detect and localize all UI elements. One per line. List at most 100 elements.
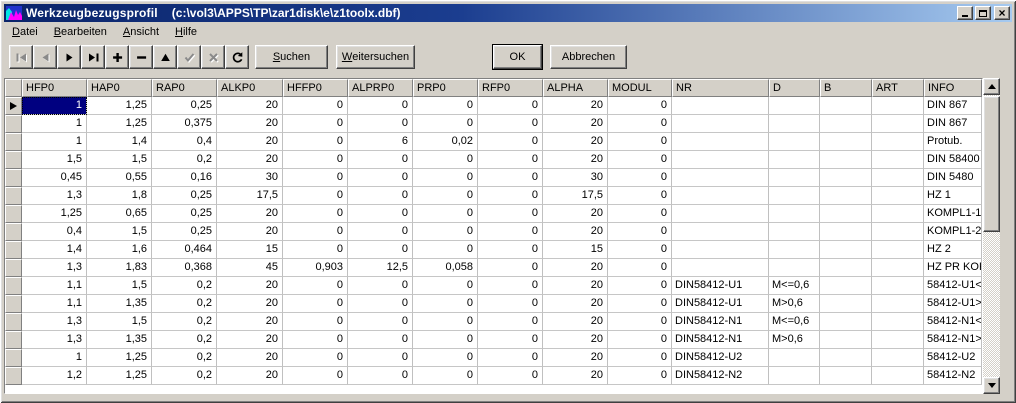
column-header-HFP0[interactable]: HFP0 (22, 79, 87, 97)
cell-HAP0[interactable]: 1,35 (87, 295, 152, 313)
scroll-up-button[interactable] (983, 78, 1000, 95)
cell-RFP0[interactable]: 0 (478, 205, 543, 223)
cell-HAP0[interactable]: 1,5 (87, 223, 152, 241)
cell-PRP0[interactable]: 0,02 (413, 133, 478, 151)
cell-MODUL[interactable]: 0 (608, 115, 672, 133)
cell-D[interactable]: M<=0,6 (769, 277, 820, 295)
cell-ART[interactable] (872, 331, 924, 349)
cell-RFP0[interactable]: 0 (478, 313, 543, 331)
cell-ALPHA[interactable]: 20 (543, 115, 608, 133)
cell-HAP0[interactable]: 1,25 (87, 367, 152, 385)
cell-RFP0[interactable]: 0 (478, 259, 543, 277)
cell-PRP0[interactable]: 0 (413, 241, 478, 259)
cell-RAP0[interactable]: 0,375 (152, 115, 217, 133)
cell-RFP0[interactable]: 0 (478, 367, 543, 385)
cell-NR[interactable] (672, 151, 769, 169)
cell-B[interactable] (820, 97, 872, 115)
cell-NR[interactable]: DIN58412-U1 (672, 277, 769, 295)
cell-ALPHA[interactable]: 20 (543, 349, 608, 367)
cell-ART[interactable] (872, 133, 924, 151)
cell-ALPRP0[interactable]: 0 (348, 169, 413, 187)
cell-NR[interactable] (672, 97, 769, 115)
cell-HFFP0[interactable]: 0 (283, 349, 348, 367)
cell-ALPRP0[interactable]: 0 (348, 223, 413, 241)
edit-record-button[interactable] (153, 45, 177, 69)
cell-ALKP0[interactable]: 20 (217, 151, 283, 169)
row-indicator[interactable] (5, 313, 22, 331)
cell-MODUL[interactable]: 0 (608, 259, 672, 277)
cell-RAP0[interactable]: 0,2 (152, 313, 217, 331)
cell-ALPRP0[interactable]: 0 (348, 367, 413, 385)
cell-B[interactable] (820, 133, 872, 151)
row-indicator[interactable] (5, 223, 22, 241)
maximize-button[interactable] (975, 6, 991, 20)
column-header-ART[interactable]: ART (872, 79, 924, 97)
cell-ART[interactable] (872, 97, 924, 115)
cell-B[interactable] (820, 295, 872, 313)
ok-button[interactable]: OK (493, 45, 542, 69)
cell-PRP0[interactable]: 0,058 (413, 259, 478, 277)
cell-PRP0[interactable]: 0 (413, 223, 478, 241)
cell-B[interactable] (820, 151, 872, 169)
cell-NR[interactable] (672, 187, 769, 205)
cell-INFO[interactable]: KOMPL1-2 (924, 223, 982, 241)
cell-B[interactable] (820, 169, 872, 187)
cell-INFO[interactable]: HZ 1 (924, 187, 982, 205)
cell-PRP0[interactable]: 0 (413, 151, 478, 169)
cell-HAP0[interactable]: 1,35 (87, 331, 152, 349)
cell-RAP0[interactable]: 0,464 (152, 241, 217, 259)
cell-MODUL[interactable]: 0 (608, 295, 672, 313)
close-button[interactable]: × (994, 6, 1010, 20)
cell-NR[interactable]: DIN58412-N2 (672, 367, 769, 385)
cell-INFO[interactable]: DIN 5480 (924, 169, 982, 187)
cell-NR[interactable] (672, 241, 769, 259)
search-next-button[interactable]: Weitersuchen (336, 45, 415, 69)
cell-HFFP0[interactable]: 0 (283, 331, 348, 349)
cell-ALPRP0[interactable]: 0 (348, 151, 413, 169)
cell-D[interactable] (769, 205, 820, 223)
cell-HFP0[interactable]: 1,4 (22, 241, 87, 259)
cell-RAP0[interactable]: 0,16 (152, 169, 217, 187)
cell-INFO[interactable]: HZ 2 (924, 241, 982, 259)
cell-RFP0[interactable]: 0 (478, 223, 543, 241)
cell-RFP0[interactable]: 0 (478, 151, 543, 169)
row-indicator[interactable] (5, 277, 22, 295)
cell-ART[interactable] (872, 151, 924, 169)
cell-MODUL[interactable]: 0 (608, 151, 672, 169)
cell-RFP0[interactable]: 0 (478, 277, 543, 295)
cell-D[interactable] (769, 223, 820, 241)
cell-ALKP0[interactable]: 30 (217, 169, 283, 187)
cell-RFP0[interactable]: 0 (478, 115, 543, 133)
cell-ALKP0[interactable]: 20 (217, 277, 283, 295)
cell-ALPRP0[interactable]: 6 (348, 133, 413, 151)
cell-HAP0[interactable]: 1,25 (87, 115, 152, 133)
cell-D[interactable] (769, 169, 820, 187)
cell-ALPRP0[interactable]: 0 (348, 313, 413, 331)
cell-RFP0[interactable]: 0 (478, 97, 543, 115)
cell-ART[interactable] (872, 169, 924, 187)
cell-HFFP0[interactable]: 0 (283, 223, 348, 241)
cell-D[interactable] (769, 259, 820, 277)
cell-HFP0[interactable]: 1,3 (22, 313, 87, 331)
cell-ALPRP0[interactable]: 0 (348, 295, 413, 313)
cell-RFP0[interactable]: 0 (478, 169, 543, 187)
cell-PRP0[interactable]: 0 (413, 97, 478, 115)
cell-RAP0[interactable]: 0,2 (152, 331, 217, 349)
column-header-RAP0[interactable]: RAP0 (152, 79, 217, 97)
column-header-HAP0[interactable]: HAP0 (87, 79, 152, 97)
cell-B[interactable] (820, 331, 872, 349)
cell-RAP0[interactable]: 0,2 (152, 277, 217, 295)
cell-PRP0[interactable]: 0 (413, 169, 478, 187)
menu-item-datei[interactable]: Datei (4, 24, 46, 41)
cell-D[interactable] (769, 115, 820, 133)
cell-ALPRP0[interactable]: 0 (348, 115, 413, 133)
cell-ART[interactable] (872, 205, 924, 223)
title-bar[interactable]: Werkzeugbezugsprofil (c:\vol3\APPS\TP\za… (4, 4, 1012, 22)
cell-B[interactable] (820, 367, 872, 385)
cell-HAP0[interactable]: 1,4 (87, 133, 152, 151)
cell-RAP0[interactable]: 0,368 (152, 259, 217, 277)
row-indicator[interactable] (5, 169, 22, 187)
cell-HAP0[interactable]: 1,5 (87, 151, 152, 169)
cell-PRP0[interactable]: 0 (413, 205, 478, 223)
row-indicator[interactable] (5, 151, 22, 169)
